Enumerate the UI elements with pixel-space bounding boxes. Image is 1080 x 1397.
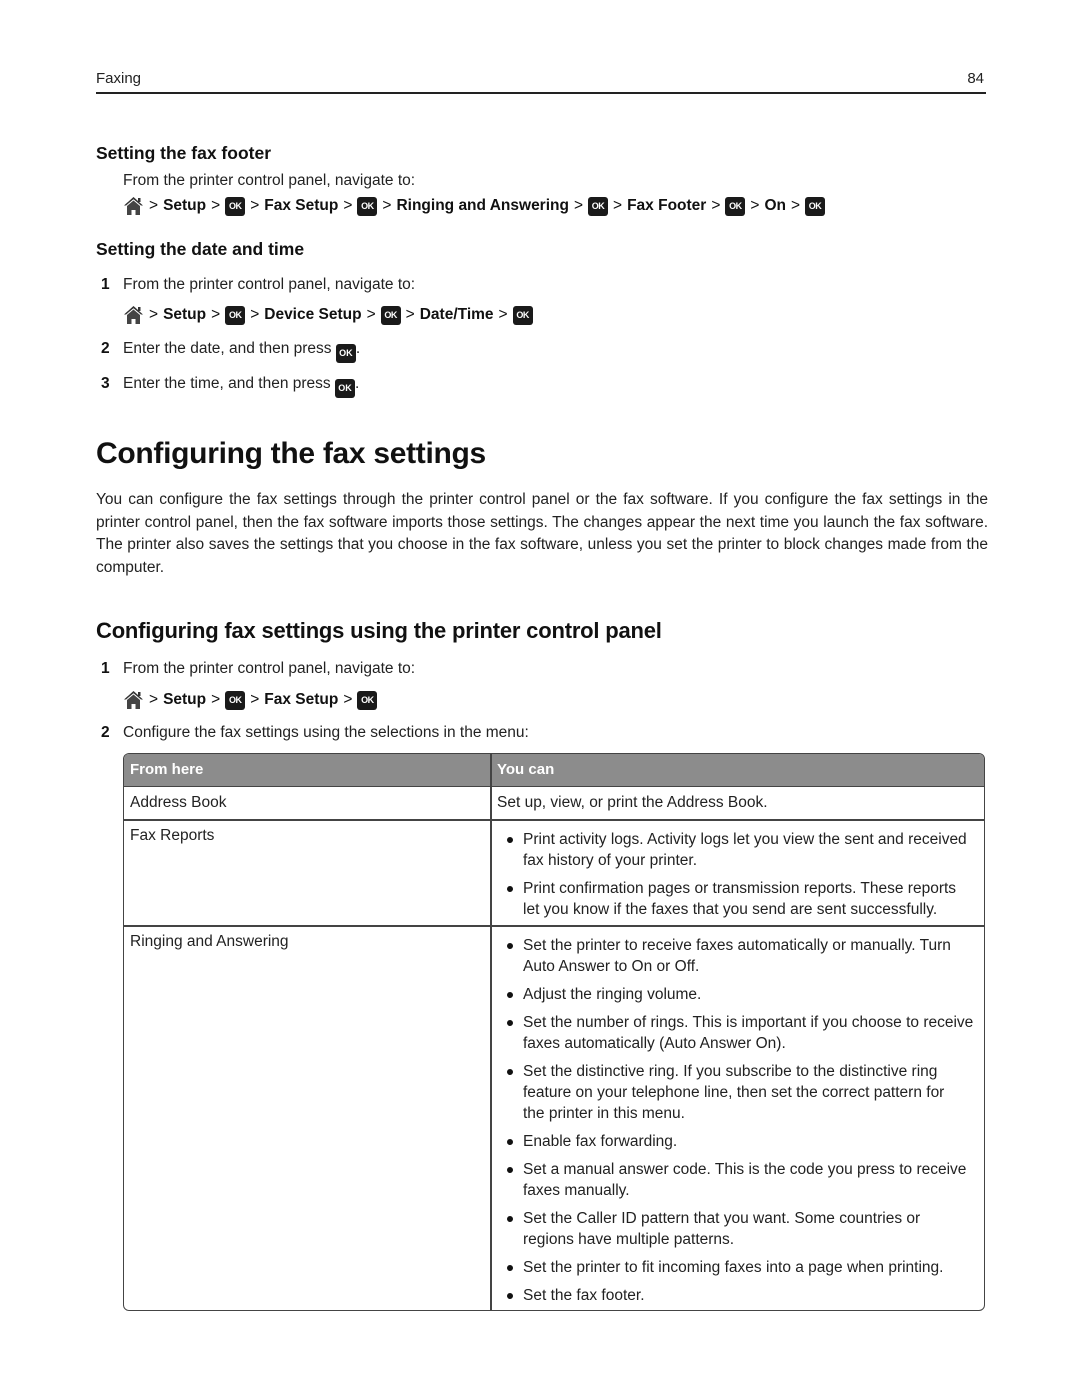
ok-button-icon: OK bbox=[512, 305, 533, 325]
ok-button-icon: OK bbox=[588, 196, 609, 216]
list-item: Set the Caller ID pattern that you want.… bbox=[504, 1208, 984, 1250]
manual-page: Faxing 84 Setting the fax footer From th… bbox=[0, 0, 1080, 1397]
separator: > bbox=[343, 691, 353, 708]
table-header: From here You can bbox=[124, 754, 984, 787]
path-item-fax-setup: Fax Setup bbox=[264, 691, 339, 708]
page-number: 84 bbox=[967, 70, 984, 87]
separator: > bbox=[573, 197, 584, 214]
separator: > bbox=[149, 691, 159, 708]
ok-button-icon: OK bbox=[225, 690, 246, 710]
step-text: From the printer control panel, navigate… bbox=[123, 276, 416, 293]
column-header-you-can: You can bbox=[497, 761, 555, 778]
step-text-body: Enter the date, and then press bbox=[123, 340, 332, 357]
fax-footer-nav-path: > Setup > OK > Fax Setup > OK > Ringing … bbox=[123, 195, 826, 217]
row-divider bbox=[124, 925, 984, 927]
path-item-fax-footer: Fax Footer bbox=[627, 197, 707, 214]
step-number: 1 bbox=[101, 660, 110, 677]
path-item-date-time: Date/Time bbox=[419, 306, 494, 323]
separator: > bbox=[613, 197, 623, 214]
list-item: Set the number of rings. This is importa… bbox=[504, 1012, 984, 1054]
separator: > bbox=[711, 197, 721, 214]
running-header: Faxing 84 bbox=[96, 70, 986, 94]
row-divider bbox=[124, 819, 984, 821]
section-title: Faxing bbox=[96, 70, 142, 87]
separator: > bbox=[149, 306, 159, 323]
column-header-from-here: From here bbox=[130, 761, 204, 778]
list-item: Print confirmation pages or transmission… bbox=[504, 878, 984, 920]
separator: > bbox=[211, 306, 221, 323]
fax-settings-table: From here You can Address Book Set up, v… bbox=[123, 753, 985, 1311]
ok-button-icon: OK bbox=[335, 344, 356, 363]
ok-button-icon: OK bbox=[225, 305, 246, 325]
step-text-suffix: . bbox=[354, 375, 360, 392]
home-icon bbox=[123, 305, 144, 325]
step-text-body: Enter the time, and then press bbox=[123, 375, 331, 392]
list-item: Set the printer to fit incoming faxes in… bbox=[504, 1257, 984, 1278]
step-number: 2 bbox=[101, 724, 110, 741]
fax-reports-bullet-list: Print activity logs. Activity logs let y… bbox=[504, 829, 984, 927]
home-icon bbox=[123, 196, 144, 216]
date-time-heading: Setting the date and time bbox=[96, 239, 305, 259]
path-item-ringing-and-answering: Ringing and Answering bbox=[396, 197, 569, 214]
step-number: 2 bbox=[101, 340, 110, 357]
step-text-suffix: . bbox=[355, 340, 361, 357]
control-panel-heading: Configuring fax settings using the print… bbox=[96, 618, 662, 643]
separator: > bbox=[382, 197, 392, 214]
list-item: Enable fax forwarding. bbox=[504, 1131, 984, 1152]
path-item-setup: Setup bbox=[163, 306, 207, 323]
ok-button-icon: OK bbox=[357, 690, 378, 710]
separator: > bbox=[211, 691, 221, 708]
control-panel-nav-path: > Setup > OK > Fax Setup > OK bbox=[123, 689, 378, 711]
ok-button-icon: OK bbox=[380, 305, 401, 325]
path-item-device-setup: Device Setup bbox=[264, 306, 362, 323]
step-text: From the printer control panel, navigate… bbox=[123, 660, 416, 677]
separator: > bbox=[250, 691, 260, 708]
step-text: Configure the fax settings using the sel… bbox=[123, 724, 529, 741]
separator: > bbox=[498, 306, 508, 323]
step-number: 3 bbox=[101, 375, 110, 392]
path-item-on: On bbox=[764, 197, 786, 214]
separator: > bbox=[211, 197, 221, 214]
path-item-fax-setup: Fax Setup bbox=[264, 197, 339, 214]
configuring-heading: Configuring the fax settings bbox=[96, 437, 486, 470]
separator: > bbox=[250, 306, 260, 323]
ok-button-icon: OK bbox=[334, 379, 355, 398]
list-item: Set the printer to receive faxes automat… bbox=[504, 935, 984, 977]
table-row-label-fax-reports: Fax Reports bbox=[130, 827, 215, 844]
list-item: Set a manual answer code. This is the co… bbox=[504, 1159, 984, 1201]
table-row-text: Set up, view, or print the Address Book. bbox=[497, 794, 768, 811]
separator: > bbox=[750, 197, 760, 214]
table-row-label-address-book: Address Book bbox=[130, 794, 227, 811]
path-item-setup: Setup bbox=[163, 197, 207, 214]
list-item: Print activity logs. Activity logs let y… bbox=[504, 829, 984, 871]
ok-button-icon: OK bbox=[725, 196, 746, 216]
list-item: Adjust the ringing volume. bbox=[504, 984, 984, 1005]
separator: > bbox=[343, 197, 353, 214]
step-number: 1 bbox=[101, 276, 110, 293]
date-time-nav-path: > Setup > OK > Device Setup > OK > Date/… bbox=[123, 304, 533, 326]
table-row-label-ringing-and-answering: Ringing and Answering bbox=[130, 933, 289, 950]
list-item: Set the fax footer. bbox=[504, 1285, 984, 1306]
fax-footer-intro: From the printer control panel, navigate… bbox=[123, 172, 416, 189]
configuring-paragraph: You can configure the fax settings throu… bbox=[96, 491, 988, 576]
fax-footer-heading: Setting the fax footer bbox=[96, 143, 272, 163]
separator: > bbox=[250, 197, 260, 214]
ok-button-icon: OK bbox=[225, 196, 246, 216]
step-text: Enter the time, and then press OK. bbox=[123, 375, 359, 398]
separator: > bbox=[366, 306, 376, 323]
column-divider bbox=[490, 754, 492, 1310]
ok-button-icon: OK bbox=[357, 196, 378, 216]
list-item: Set the distinctive ring. If you subscri… bbox=[504, 1061, 984, 1124]
step-text: Enter the date, and then press OK. bbox=[123, 340, 360, 363]
separator: > bbox=[405, 306, 415, 323]
separator: > bbox=[790, 197, 801, 214]
ringing-answering-bullet-list: Set the printer to receive faxes automat… bbox=[504, 935, 984, 1310]
separator: > bbox=[149, 197, 159, 214]
ok-button-icon: OK bbox=[805, 196, 826, 216]
path-item-setup: Setup bbox=[163, 691, 207, 708]
home-icon bbox=[123, 690, 144, 710]
